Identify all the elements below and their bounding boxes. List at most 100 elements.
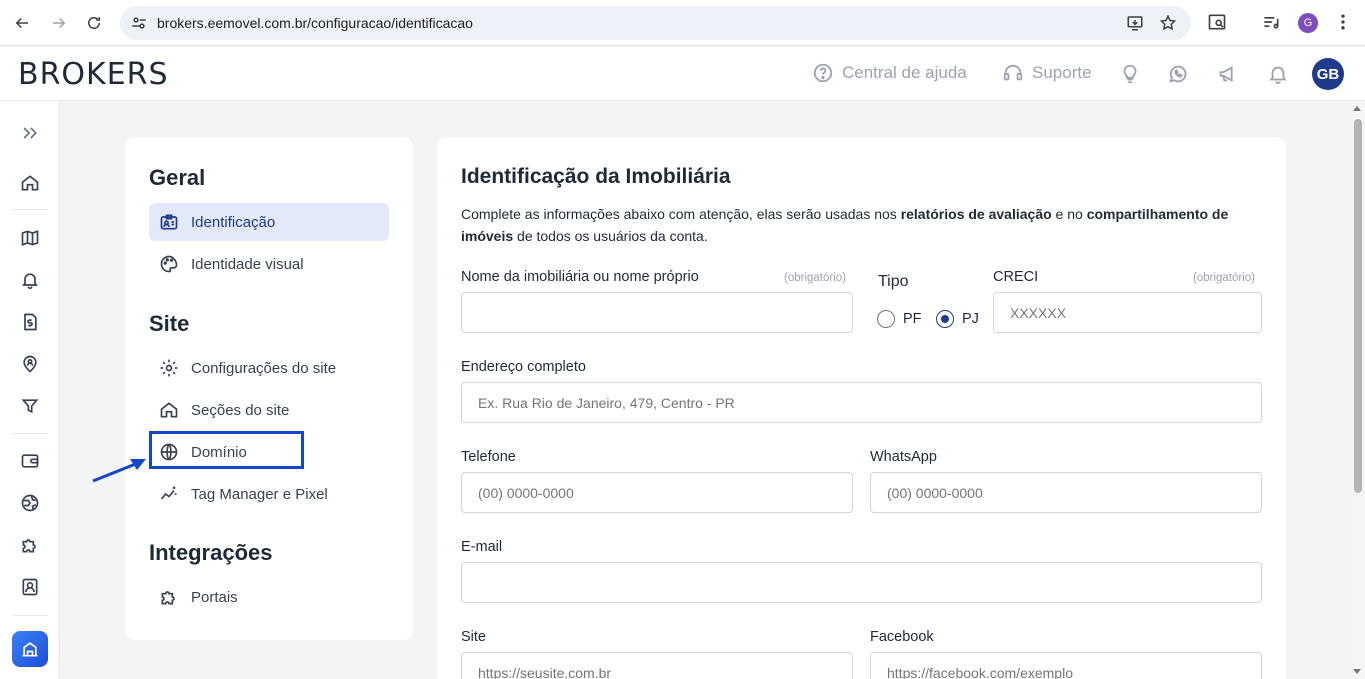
whatsapp-input[interactable] xyxy=(870,472,1262,513)
radio-pj-label: PJ xyxy=(962,311,979,327)
email-label: E-mail xyxy=(461,539,503,555)
menu-item-label: Configurações do site xyxy=(191,359,337,377)
menu-item-label: Identidade visual xyxy=(191,255,304,273)
telefone-input[interactable] xyxy=(461,472,853,513)
help-center-link[interactable]: Central de ajuda xyxy=(812,62,967,84)
install-app-icon[interactable] xyxy=(1126,14,1144,32)
tipo-label: Tipo xyxy=(878,273,909,290)
creci-label: CRECI xyxy=(993,269,1039,285)
identification-form-card: Identificação da Imobiliária Complete as… xyxy=(437,137,1286,679)
site-info-icon[interactable] xyxy=(130,14,148,32)
scrollbar-thumb[interactable] xyxy=(1354,119,1362,493)
left-navigation-rail xyxy=(0,101,60,679)
radio-pj[interactable] xyxy=(936,310,954,328)
nome-input[interactable] xyxy=(461,292,853,333)
rail-divider xyxy=(12,615,48,616)
location-person-icon[interactable] xyxy=(20,354,40,374)
facebook-input[interactable] xyxy=(870,652,1262,679)
brand-logo[interactable]: BROKERS xyxy=(18,57,169,92)
menu-item-label: Portais xyxy=(191,588,238,606)
notifications-bell-icon[interactable] xyxy=(1267,63,1289,85)
page-scrollbar[interactable] xyxy=(1350,101,1365,679)
expand-sidebar-icon[interactable] xyxy=(20,123,40,143)
endereco-input[interactable] xyxy=(461,382,1262,423)
menu-item-configuracoes-site[interactable]: Configurações do site xyxy=(149,349,389,387)
map-icon[interactable] xyxy=(20,228,40,248)
sparkle-chart-icon xyxy=(160,486,177,500)
menu-item-portais[interactable]: Portais xyxy=(149,578,389,616)
section-title-site: Site xyxy=(149,311,190,336)
site-label: Site xyxy=(461,629,486,645)
palette-icon xyxy=(160,255,178,273)
facebook-label: Facebook xyxy=(870,629,934,645)
radio-pf-label: PF xyxy=(903,311,922,327)
section-title-integracoes: Integrações xyxy=(149,540,273,565)
address-bar[interactable]: brokers.eemovel.com.br/configuracao/iden… xyxy=(120,6,1191,40)
back-icon[interactable] xyxy=(10,11,34,35)
user-avatar[interactable]: GB xyxy=(1312,58,1344,90)
megaphone-icon[interactable] xyxy=(1217,63,1239,85)
annotation-arrow-icon xyxy=(92,459,146,483)
valuation-document-icon[interactable] xyxy=(20,312,40,332)
browser-toolbar: brokers.eemovel.com.br/configuracao/iden… xyxy=(0,0,1365,46)
whatsapp-label: WhatsApp xyxy=(870,449,937,465)
tab-search-icon[interactable] xyxy=(1207,12,1227,32)
scroll-down-arrow-icon[interactable] xyxy=(1353,669,1361,674)
telefone-label: Telefone xyxy=(461,449,516,465)
creci-required-hint: (obrigatório) xyxy=(1193,272,1255,284)
brand-building-icon[interactable] xyxy=(12,631,48,667)
section-title-geral: Geral xyxy=(149,165,206,190)
nome-required-hint: (obrigatório) xyxy=(784,272,846,284)
id-card-icon xyxy=(160,214,178,230)
contact-card-icon[interactable] xyxy=(20,577,40,597)
menu-item-dominio[interactable]: Domínio xyxy=(149,433,389,471)
help-center-label: Central de ajuda xyxy=(842,63,967,82)
rail-divider xyxy=(12,209,48,210)
menu-item-identidade-visual[interactable]: Identidade visual xyxy=(149,245,389,283)
menu-item-identificacao[interactable]: Identificação xyxy=(149,203,389,241)
lightbulb-icon[interactable] xyxy=(1119,63,1141,85)
support-label: Suporte xyxy=(1032,63,1092,82)
browser-menu-icon[interactable] xyxy=(1333,12,1353,32)
tipo-pj-option[interactable]: PJ xyxy=(936,310,979,328)
home-outline-icon xyxy=(160,402,178,418)
reload-icon[interactable] xyxy=(82,11,106,35)
menu-item-label: Seções do site xyxy=(191,401,290,419)
forward-icon[interactable] xyxy=(47,11,71,35)
home-icon[interactable] xyxy=(20,173,40,193)
creci-input[interactable] xyxy=(993,292,1262,333)
scroll-up-arrow-icon[interactable] xyxy=(1353,106,1361,111)
menu-item-label: Tag Manager e Pixel xyxy=(191,485,328,503)
whatsapp-icon[interactable] xyxy=(1167,63,1189,85)
endereco-label: Endereço completo xyxy=(461,359,586,375)
gear-icon xyxy=(160,359,178,377)
help-icon xyxy=(813,63,833,83)
form-description: Complete as informações abaixo com atenç… xyxy=(461,206,1229,244)
support-link[interactable]: Suporte xyxy=(1002,62,1092,84)
site-input[interactable] xyxy=(461,652,853,679)
globe-icon xyxy=(160,443,178,461)
wallet-icon[interactable] xyxy=(20,451,40,471)
bookmark-star-icon[interactable] xyxy=(1159,14,1177,32)
globe-icon[interactable] xyxy=(20,493,40,513)
menu-item-label: Identificação xyxy=(191,213,276,231)
headset-icon xyxy=(1003,64,1023,81)
tipo-pf-option[interactable]: PF xyxy=(877,310,922,328)
menu-item-secoes-site[interactable]: Seções do site xyxy=(149,391,389,429)
alerts-bell-icon[interactable] xyxy=(20,270,40,290)
nome-label: Nome da imobiliária ou nome próprio xyxy=(461,269,699,285)
settings-menu-panel: Geral Identificação Identidade visual Si… xyxy=(125,137,413,640)
menu-item-label: Domínio xyxy=(191,443,247,461)
app-header: BROKERS Central de ajuda Suporte GB xyxy=(0,47,1365,101)
puzzle-icon xyxy=(161,591,175,605)
url-text[interactable]: brokers.eemovel.com.br/configuracao/iden… xyxy=(157,15,473,31)
email-input[interactable] xyxy=(461,562,1262,603)
puzzle-icon[interactable] xyxy=(20,535,40,555)
menu-item-tag-manager[interactable]: Tag Manager e Pixel xyxy=(149,475,389,513)
media-controls-icon[interactable] xyxy=(1261,12,1281,32)
form-title: Identificação da Imobiliária xyxy=(461,165,731,188)
rail-divider xyxy=(12,433,48,434)
browser-profile-avatar[interactable]: G xyxy=(1298,13,1318,33)
radio-pf[interactable] xyxy=(877,310,895,328)
funnel-icon[interactable] xyxy=(20,396,40,416)
